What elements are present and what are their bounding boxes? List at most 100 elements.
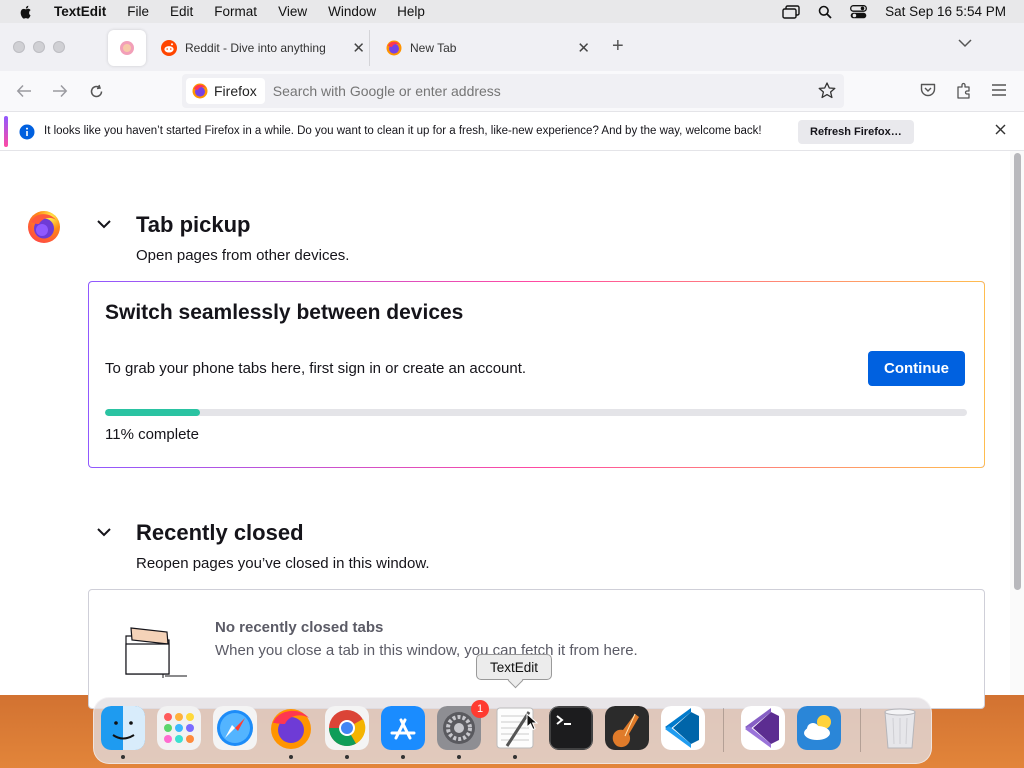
empty-state-text: When you close a tab in this window, you…	[215, 642, 638, 659]
dock-separator	[860, 708, 861, 752]
setup-progress-fill	[105, 409, 200, 416]
menu-window[interactable]: Window	[328, 4, 376, 19]
weather-icon	[797, 706, 841, 750]
dock-app-store[interactable]	[381, 706, 427, 759]
dock-launchpad[interactable]	[157, 706, 203, 752]
chrome-icon	[325, 706, 369, 750]
sync-card-title: Switch seamlessly between devices	[105, 301, 464, 324]
recently-closed-card: No recently closed tabs When you close a…	[88, 589, 985, 709]
firefox-logo-icon	[28, 211, 60, 243]
identity-box[interactable]: Firefox	[186, 78, 265, 104]
zoom-window-button[interactable]	[53, 41, 65, 53]
page-scrollbar[interactable]	[1010, 151, 1024, 695]
dock-system-settings[interactable]: 1	[437, 700, 489, 759]
apple-icon[interactable]	[18, 4, 34, 20]
back-button[interactable]	[14, 81, 34, 101]
forward-button[interactable]	[50, 81, 70, 101]
tab-new-tab[interactable]: New Tab ✕	[378, 30, 594, 66]
dock-garageband[interactable]	[605, 706, 651, 752]
dock-weather[interactable]	[797, 706, 843, 752]
mouse-cursor-icon	[526, 713, 538, 731]
minimize-window-button[interactable]	[33, 41, 45, 53]
firefox-icon	[271, 709, 311, 749]
dock-chrome[interactable]	[325, 706, 371, 759]
menu-file[interactable]: File	[127, 4, 149, 19]
dock-terminal[interactable]	[549, 706, 595, 752]
dock-vscode[interactable]	[661, 706, 707, 752]
vscode-icon	[661, 706, 705, 750]
collapse-tab-pickup-icon[interactable]	[96, 219, 112, 229]
tab-pickup-subtitle: Open pages from other devices.	[136, 247, 350, 264]
spotlight-search-icon[interactable]	[818, 5, 832, 19]
continue-button[interactable]: Continue	[868, 351, 965, 386]
close-tab-icon[interactable]: ✕	[352, 39, 365, 57]
running-indicator	[345, 755, 349, 759]
menu-bar: TextEdit File Edit Format View Window He…	[0, 0, 1024, 23]
menubar-clock[interactable]: Sat Sep 16 5:54 PM	[885, 4, 1006, 19]
menu-view[interactable]: View	[278, 4, 307, 19]
screen-mirroring-icon[interactable]	[782, 4, 800, 19]
tab-pickup-title: Tab pickup	[136, 212, 251, 237]
close-window-button[interactable]	[13, 41, 25, 53]
notification-accent	[4, 116, 8, 147]
url-bar[interactable]: Firefox	[182, 74, 844, 108]
tab-strip: Reddit - Dive into anything ✕ New Tab ✕ …	[0, 23, 1024, 71]
new-tab-button[interactable]: +	[612, 36, 624, 56]
extensions-icon[interactable]	[956, 82, 972, 99]
menu-edit[interactable]: Edit	[170, 4, 193, 19]
bookmark-star-icon[interactable]	[818, 82, 836, 99]
recently-closed-title: Recently closed	[136, 520, 304, 545]
running-indicator	[457, 755, 461, 759]
terminal-icon	[549, 706, 593, 750]
window-controls	[13, 41, 65, 53]
menu-app-name[interactable]: TextEdit	[54, 4, 106, 19]
firefox-view-icon	[120, 41, 134, 55]
address-input[interactable]	[272, 83, 793, 99]
refresh-firefox-button[interactable]: Refresh Firefox…	[798, 120, 914, 144]
firefox-view-page: Tab pickup Open pages from other devices…	[0, 151, 1010, 709]
running-indicator	[401, 755, 405, 759]
dock-trash[interactable]	[878, 706, 924, 752]
tab-reddit[interactable]: Reddit - Dive into anything ✕	[155, 30, 370, 66]
finder-icon	[101, 706, 145, 750]
dock-tooltip: TextEdit	[476, 654, 553, 680]
reddit-icon	[161, 40, 177, 56]
dock-separator	[723, 708, 724, 752]
app-store-icon	[381, 706, 425, 750]
empty-state-title: No recently closed tabs	[215, 619, 384, 636]
dock-visual-studio[interactable]	[741, 706, 787, 752]
close-notification-icon[interactable]	[995, 124, 1006, 135]
back-arrow-icon	[16, 84, 31, 98]
nav-bar: Firefox	[0, 71, 1024, 111]
tab-title: New Tab	[410, 41, 457, 55]
refresh-notification-bar: It looks like you haven’t started Firefo…	[0, 111, 1024, 151]
close-tab-icon[interactable]: ✕	[577, 39, 590, 57]
running-indicator	[289, 755, 293, 759]
firefox-icon	[192, 83, 208, 99]
launchpad-icon	[157, 706, 201, 750]
pocket-icon[interactable]	[920, 83, 936, 98]
dock-safari[interactable]	[213, 706, 259, 752]
dock: 1	[93, 697, 932, 764]
reload-icon	[90, 84, 102, 97]
app-menu-icon[interactable]	[992, 84, 1006, 96]
garageband-icon	[605, 706, 649, 750]
reload-button[interactable]	[86, 81, 106, 101]
tab-title: Reddit - Dive into anything	[185, 41, 326, 55]
collapse-recently-closed-icon[interactable]	[96, 527, 112, 537]
dock-firefox[interactable]	[269, 706, 315, 759]
info-icon	[19, 124, 35, 140]
control-center-icon[interactable]	[850, 4, 868, 19]
notification-badge: 1	[471, 700, 489, 718]
identity-label: Firefox	[214, 83, 257, 99]
recently-closed-subtitle: Reopen pages you’ve closed in this windo…	[136, 555, 430, 572]
menu-help[interactable]: Help	[397, 4, 425, 19]
tab-firefox-view[interactable]	[108, 30, 146, 66]
menu-format[interactable]: Format	[214, 4, 257, 19]
dock-finder[interactable]	[101, 706, 147, 759]
list-all-tabs-icon[interactable]	[958, 39, 972, 48]
notification-message: It looks like you haven’t started Firefo…	[44, 125, 762, 137]
scrollbar-thumb[interactable]	[1014, 153, 1021, 590]
sync-card-text: To grab your phone tabs here, first sign…	[105, 360, 527, 377]
trash-icon	[884, 708, 916, 749]
